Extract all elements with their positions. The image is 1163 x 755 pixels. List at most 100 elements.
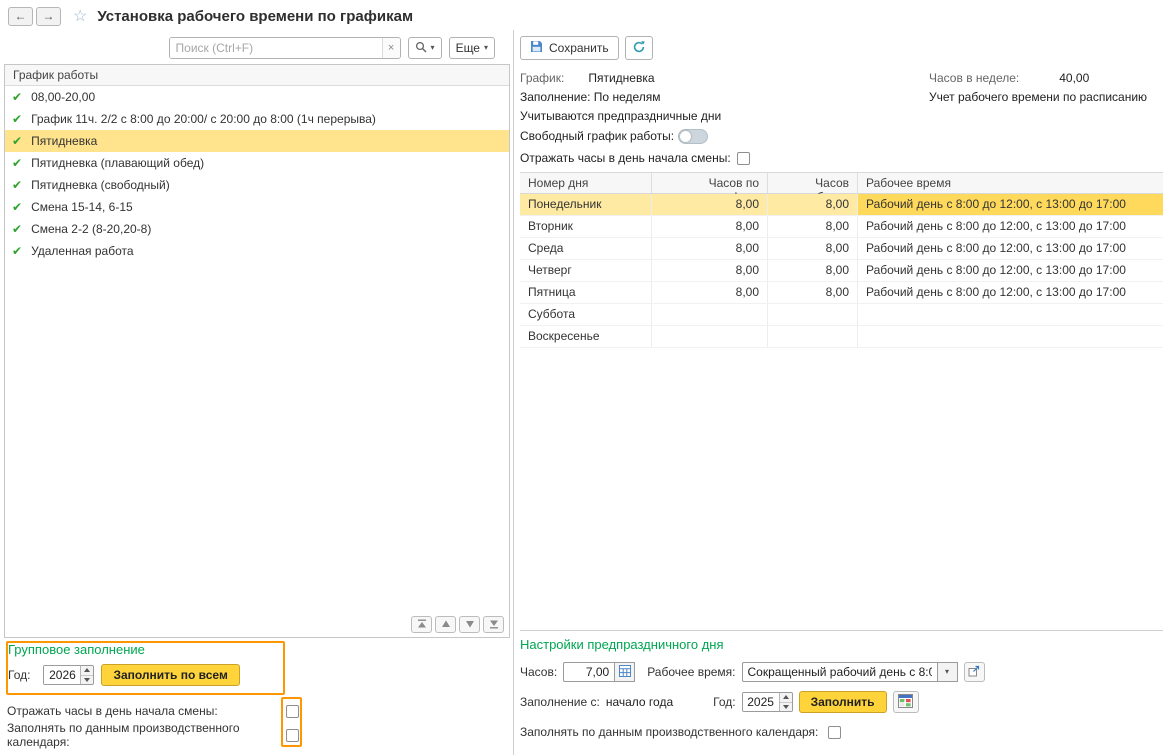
preholiday-settings: Настройки предпраздничного дня Часов: Ра…	[520, 631, 1163, 742]
back-button[interactable]: ←	[8, 7, 33, 26]
table-row[interactable]: Пятница8,008,00Рабочий день с 8:00 до 12…	[520, 282, 1163, 304]
settings-calendar-checkbox[interactable]	[828, 726, 841, 739]
move-up-icon	[441, 618, 451, 632]
table-cell: 8,00	[652, 216, 768, 237]
preholiday-text: Учитываются предпраздничные дни	[520, 109, 721, 123]
table-cell: 8,00	[652, 282, 768, 303]
chevron-down-icon: ▾	[484, 44, 488, 52]
list-item[interactable]: ✔Пятидневка (плавающий обед)	[5, 152, 509, 174]
list-item[interactable]: ✔Смена 15-14, 6-15	[5, 196, 509, 218]
reflect-shift-checkbox[interactable]	[737, 152, 750, 165]
hours-week-value: 40,00	[1059, 71, 1089, 85]
settings-calendar-checkbox-label: Заполнять по данным производственного ка…	[520, 725, 818, 739]
table-cell	[768, 304, 858, 325]
search-options-button[interactable]: ▾	[408, 37, 442, 59]
reflect-hours-label: Отражать часы в день начала смены:	[4, 704, 286, 718]
year-up-button[interactable]	[780, 693, 792, 702]
table-cell: Четверг	[520, 260, 652, 281]
check-icon: ✔	[12, 134, 22, 148]
schedule-name: Пятидневка (свободный)	[31, 178, 170, 192]
reflect-hours-row: Отражать часы в день начала смены:	[4, 699, 513, 723]
schedule-name: График 11ч. 2/2 с 8:00 до 20:00/ с 20:00…	[31, 112, 376, 126]
app-window: { "window": { "title": "Установка рабоче…	[0, 0, 1163, 755]
year-down-button[interactable]	[780, 702, 792, 712]
reflect-hours-checkbox[interactable]	[286, 705, 299, 718]
year-up-button[interactable]	[81, 666, 93, 675]
page-title: Установка рабочего времени по графикам	[97, 8, 413, 25]
settings-year-input[interactable]	[743, 693, 779, 711]
schedule-info: График: Пятидневка Заполнение: По неделя…	[520, 68, 1163, 170]
chevron-down-icon: ▾	[945, 668, 949, 676]
more-button[interactable]: Еще ▾	[449, 37, 495, 59]
preholiday-row-1: Часов: Рабочее время: ▾	[520, 660, 1163, 684]
group-year-stepper	[43, 665, 94, 685]
chevron-down-icon: ▾	[431, 44, 435, 52]
table-cell: 8,00	[768, 194, 858, 215]
arrow-up-icon	[783, 695, 789, 699]
free-schedule-toggle[interactable]	[678, 129, 708, 144]
calendar-table-icon	[898, 694, 913, 711]
search-clear-button[interactable]: ×	[382, 38, 400, 58]
open-work-time-button[interactable]	[964, 662, 985, 682]
close-icon: ×	[388, 42, 394, 54]
list-item[interactable]: ✔Удаленная работа	[5, 240, 509, 262]
table-cell: Рабочий день с 8:00 до 12:00, с 13:00 до…	[858, 216, 1163, 237]
search-icon	[415, 41, 427, 56]
group-year-input[interactable]	[44, 666, 80, 684]
table-row[interactable]: Среда8,008,00Рабочий день с 8:00 до 12:0…	[520, 238, 1163, 260]
move-top-button[interactable]	[411, 616, 432, 633]
fill-button[interactable]: Заполнить	[799, 691, 887, 713]
table-row[interactable]: Суббота	[520, 304, 1163, 326]
preholiday-row-2: Заполнение с: начало года Год: Заполнить	[520, 690, 1163, 714]
hours-label: Часов:	[520, 665, 557, 679]
work-time-input[interactable]	[742, 662, 938, 682]
table-cell: 8,00	[652, 238, 768, 259]
move-down-button[interactable]	[459, 616, 480, 633]
move-down-icon	[465, 618, 475, 632]
move-up-button[interactable]	[435, 616, 456, 633]
schedule-list-body: ✔08,00-20,00✔График 11ч. 2/2 с 8:00 до 2…	[5, 86, 509, 614]
table-cell: Вторник	[520, 216, 652, 237]
list-item[interactable]: ✔График 11ч. 2/2 с 8:00 до 20:00/ с 20:0…	[5, 108, 509, 130]
hours-input[interactable]	[563, 662, 615, 682]
schedule-label: График:	[520, 71, 564, 85]
column-header[interactable]: Номер дня	[520, 173, 652, 193]
table-row[interactable]: Четверг8,008,00Рабочий день с 8:00 до 12…	[520, 260, 1163, 282]
table-cell: Пятница	[520, 282, 652, 303]
list-item[interactable]: ✔Пятидневка	[5, 130, 509, 152]
work-time-select-button[interactable]: ▾	[938, 662, 958, 682]
forward-icon: →	[43, 9, 55, 23]
more-button-label: Еще	[456, 41, 480, 55]
list-item[interactable]: ✔Пятидневка (свободный)	[5, 174, 509, 196]
column-header[interactable]: Часов по графику	[652, 173, 768, 193]
arrow-down-icon	[783, 705, 789, 709]
table-row[interactable]: Воскресенье	[520, 326, 1163, 348]
save-button[interactable]: Сохранить	[520, 36, 619, 60]
day-table-body: Понедельник8,008,00Рабочий день с 8:00 д…	[520, 194, 1163, 348]
calculator-button[interactable]	[615, 662, 635, 682]
open-link-icon	[968, 665, 980, 680]
search-input[interactable]	[170, 38, 382, 58]
forward-button[interactable]: →	[36, 7, 61, 26]
left-panel: × ▾ Еще ▾ График работы ✔08,00-20,00✔Гра…	[0, 30, 513, 755]
production-calendar-button[interactable]	[893, 691, 919, 713]
column-header[interactable]: Рабочее время	[858, 173, 1163, 193]
table-cell: Рабочий день с 8:00 до 12:00, с 13:00 до…	[858, 260, 1163, 281]
table-row[interactable]: Понедельник8,008,00Рабочий день с 8:00 д…	[520, 194, 1163, 216]
table-cell: 8,00	[652, 260, 768, 281]
schedule-name: Смена 15-14, 6-15	[31, 200, 133, 214]
schedule-list-header: График работы	[5, 65, 509, 86]
favorite-star-icon[interactable]: ☆	[73, 6, 87, 26]
table-cell	[858, 326, 1163, 347]
move-bottom-button[interactable]	[483, 616, 504, 633]
column-header[interactable]: Часов рабочих	[768, 173, 858, 193]
list-item[interactable]: ✔Смена 2-2 (8-20,20-8)	[5, 218, 509, 240]
table-row[interactable]: Вторник8,008,00Рабочий день с 8:00 до 12…	[520, 216, 1163, 238]
fill-all-button[interactable]: Заполнить по всем	[101, 664, 239, 686]
production-calendar-checkbox[interactable]	[286, 729, 299, 742]
group-fill-title: Групповое заполнение	[8, 642, 513, 658]
list-item[interactable]: ✔08,00-20,00	[5, 86, 509, 108]
year-down-button[interactable]	[81, 675, 93, 685]
table-cell: 8,00	[652, 194, 768, 215]
refresh-button[interactable]	[625, 36, 653, 60]
